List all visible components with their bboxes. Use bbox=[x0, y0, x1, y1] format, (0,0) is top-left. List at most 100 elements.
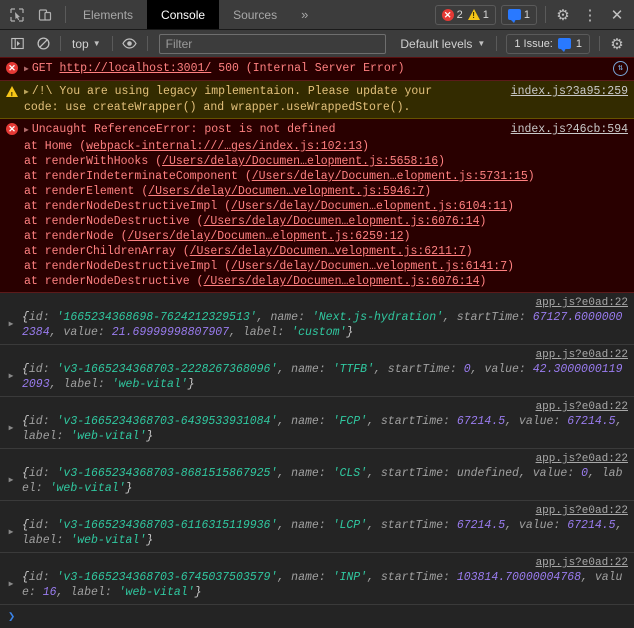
log-levels-selector[interactable]: Default levels ▼ bbox=[394, 37, 491, 51]
object-id: '1665234368698-7624212329513' bbox=[56, 311, 257, 324]
warning-source-link[interactable]: index.js?3a95:259 bbox=[511, 84, 628, 99]
stack-location[interactable]: /Users/delay/Documen…elopment.js:6076:14 bbox=[203, 215, 479, 228]
settings-gear-icon[interactable]: ⚙ bbox=[550, 2, 576, 28]
object-name: 'CLS' bbox=[332, 467, 368, 480]
object-source-link[interactable]: app.js?e0ad:22 bbox=[0, 348, 628, 362]
console-message-list[interactable]: ✕ ▶ GET http://localhost:3001/ 500 (Inter… bbox=[0, 58, 634, 628]
console-message-object[interactable]: app.js?e0ad:22 ▶ {id: '1665234368698-762… bbox=[0, 293, 634, 345]
error-icon: ✕ bbox=[6, 62, 18, 74]
object-source-link[interactable]: app.js?e0ad:22 bbox=[0, 556, 628, 570]
stack-location[interactable]: /Users/delay/Documen…elopment.js:5731:15 bbox=[252, 170, 528, 183]
expand-arrow-icon[interactable]: ▶ bbox=[0, 466, 22, 488]
object-name: 'LCP' bbox=[332, 519, 368, 532]
console-prompt[interactable]: ❯ bbox=[0, 605, 634, 625]
eye-icon[interactable] bbox=[118, 33, 142, 55]
uncaught-source-link[interactable]: index.js?46cb:594 bbox=[511, 122, 628, 137]
stack-location[interactable]: /Users/delay/Documen…velopment.js:6211:7 bbox=[190, 245, 466, 258]
stack-trace-line[interactable]: at Home (webpack-internal:///…ges/index.… bbox=[0, 139, 634, 154]
object-name: 'Next.js-hydration' bbox=[311, 311, 443, 324]
stack-location[interactable]: /Users/delay/Documen…velopment.js:5946:7 bbox=[148, 185, 424, 198]
tab-sources[interactable]: Sources bbox=[219, 0, 291, 29]
execution-context-selector[interactable]: top ▼ bbox=[66, 33, 107, 55]
filterbar-divider-4 bbox=[496, 36, 498, 51]
expand-arrow-icon[interactable]: ▶ bbox=[0, 570, 22, 592]
filterbar-divider-3 bbox=[146, 36, 148, 51]
more-tabs-icon[interactable]: » bbox=[291, 0, 318, 29]
console-settings-gear-icon[interactable]: ⚙ bbox=[605, 33, 629, 55]
warning-text: ▶/!\ You are using legacy implementaion.… bbox=[24, 84, 501, 115]
clear-console-icon[interactable] bbox=[31, 33, 55, 55]
object-source-link[interactable]: app.js?e0ad:22 bbox=[0, 400, 628, 414]
tab-elements[interactable]: Elements bbox=[69, 0, 147, 29]
stack-trace-line[interactable]: at renderNodeDestructive (/Users/delay/D… bbox=[0, 274, 634, 289]
object-preview: {id: '1665234368698-7624212329513', name… bbox=[22, 311, 623, 339]
filter-input[interactable] bbox=[158, 33, 387, 54]
stack-function: at renderNodeDestructiveImpl bbox=[24, 200, 218, 213]
stack-trace: at Home (webpack-internal:///…ges/index.… bbox=[0, 139, 634, 293]
console-message-object[interactable]: app.js?e0ad:22 ▶ {id: 'v3-1665234368703-… bbox=[0, 553, 634, 605]
console-message-object[interactable]: app.js?e0ad:22 ▶ {id: 'v3-1665234368703-… bbox=[0, 449, 634, 501]
object-source-link[interactable]: app.js?e0ad:22 bbox=[0, 296, 628, 310]
warning-badge bbox=[0, 84, 24, 115]
expand-arrow-icon[interactable]: ▶ bbox=[0, 414, 22, 436]
error-counter[interactable]: ✕ 2 bbox=[441, 8, 463, 21]
message-icon bbox=[557, 38, 571, 52]
stack-trace-line[interactable]: at renderChildrenArray (/Users/delay/Doc… bbox=[0, 244, 634, 259]
stack-function: at renderChildrenArray bbox=[24, 245, 176, 258]
stack-trace-line[interactable]: at renderIndeterminateComponent (/Users/… bbox=[0, 169, 634, 184]
uncaught-error-text: ▶ Uncaught ReferenceError: post is not de… bbox=[24, 122, 501, 138]
console-message-warning[interactable]: ▶/!\ You are using legacy implementaion.… bbox=[0, 81, 634, 119]
stack-function: at renderElement bbox=[24, 185, 135, 198]
stack-location[interactable]: /Users/delay/Documen…elopment.js:6076:14 bbox=[203, 275, 479, 288]
warning-line-1: /!\ You are using legacy implementaion. … bbox=[31, 85, 433, 98]
expand-arrow-icon[interactable]: ▶ bbox=[24, 62, 29, 77]
object-id: 'v3-1665234368703-6116315119936' bbox=[56, 519, 278, 532]
expand-arrow-icon[interactable]: ▶ bbox=[24, 123, 29, 138]
message-counter[interactable]: 1 bbox=[500, 4, 537, 25]
console-message-network-error[interactable]: ✕ ▶ GET http://localhost:3001/ 500 (Inter… bbox=[0, 58, 634, 81]
chevron-down-icon: ▼ bbox=[477, 39, 486, 48]
close-icon[interactable]: ✕ bbox=[604, 2, 630, 28]
object-value: 16 bbox=[42, 586, 57, 599]
stack-trace-line[interactable]: at renderNodeDestructive (/Users/delay/D… bbox=[0, 214, 634, 229]
console-message-object[interactable]: app.js?e0ad:22 ▶ {id: 'v3-1665234368703-… bbox=[0, 397, 634, 449]
devtools-tabbar: Elements Console Sources » ✕ 2 1 1 bbox=[0, 0, 634, 30]
object-source-link[interactable]: app.js?e0ad:22 bbox=[0, 504, 628, 518]
stack-trace-line[interactable]: at renderWithHooks (/Users/delay/Documen… bbox=[0, 154, 634, 169]
network-request-icon[interactable]: ⇅ bbox=[613, 61, 628, 76]
tab-console[interactable]: Console bbox=[147, 0, 220, 29]
object-preview: {id: 'v3-1665234368703-6745037503579', n… bbox=[22, 571, 623, 599]
stack-location[interactable]: webpack-internal:///…ges/index.js:102:13 bbox=[86, 140, 362, 153]
warning-counter[interactable]: 1 bbox=[467, 9, 489, 21]
object-source-link[interactable]: app.js?e0ad:22 bbox=[0, 452, 628, 466]
request-url-link[interactable]: http://localhost:3001/ bbox=[59, 62, 211, 75]
stack-trace-line[interactable]: at renderNodeDestructiveImpl (/Users/del… bbox=[0, 259, 634, 274]
object-id: 'v3-1665234368703-6745037503579' bbox=[56, 571, 278, 584]
stack-location[interactable]: /Users/delay/Documen…velopment.js:6141:7 bbox=[231, 260, 507, 273]
device-toolbar-icon[interactable] bbox=[32, 2, 58, 28]
expand-arrow-icon[interactable]: ▶ bbox=[0, 362, 22, 384]
warning-icon bbox=[467, 9, 480, 20]
issue-counters[interactable]: ✕ 2 1 bbox=[434, 4, 496, 25]
issues-button[interactable]: 1 Issue: 1 bbox=[506, 33, 590, 54]
sidebar-toggle-icon[interactable] bbox=[5, 33, 29, 55]
issues-count-label: 1 bbox=[575, 37, 582, 50]
console-message-uncaught-error[interactable]: ✕ ▶ Uncaught ReferenceError: post is not … bbox=[0, 119, 634, 139]
stack-trace-line[interactable]: at renderNodeDestructiveImpl (/Users/del… bbox=[0, 199, 634, 214]
expand-arrow-icon[interactable]: ▶ bbox=[0, 518, 22, 540]
more-options-icon[interactable]: ⋮ bbox=[577, 2, 603, 28]
http-status: 500 (Internal Server Error) bbox=[218, 62, 405, 75]
error-count-label: 2 bbox=[456, 8, 463, 21]
expand-arrow-icon[interactable]: ▶ bbox=[0, 310, 22, 332]
stack-trace-line[interactable]: at renderElement (/Users/delay/Documen…v… bbox=[0, 184, 634, 199]
expand-arrow-icon[interactable]: ▶ bbox=[24, 85, 29, 100]
console-message-object[interactable]: app.js?e0ad:22 ▶ {id: 'v3-1665234368703-… bbox=[0, 345, 634, 397]
stack-function: at Home bbox=[24, 140, 73, 153]
stack-location[interactable]: /Users/delay/Documen…elopment.js:6104:11 bbox=[231, 200, 507, 213]
console-message-object[interactable]: app.js?e0ad:22 ▶ {id: 'v3-1665234368703-… bbox=[0, 501, 634, 553]
stack-location[interactable]: /Users/delay/Documen…elopment.js:5658:16 bbox=[162, 155, 438, 168]
inspect-element-icon[interactable] bbox=[4, 2, 30, 28]
devtools-window: Elements Console Sources » ✕ 2 1 1 bbox=[0, 0, 634, 628]
stack-location[interactable]: /Users/delay/Documen…elopment.js:6259:12 bbox=[128, 230, 404, 243]
stack-trace-line[interactable]: at renderNode (/Users/delay/Documen…elop… bbox=[0, 229, 634, 244]
